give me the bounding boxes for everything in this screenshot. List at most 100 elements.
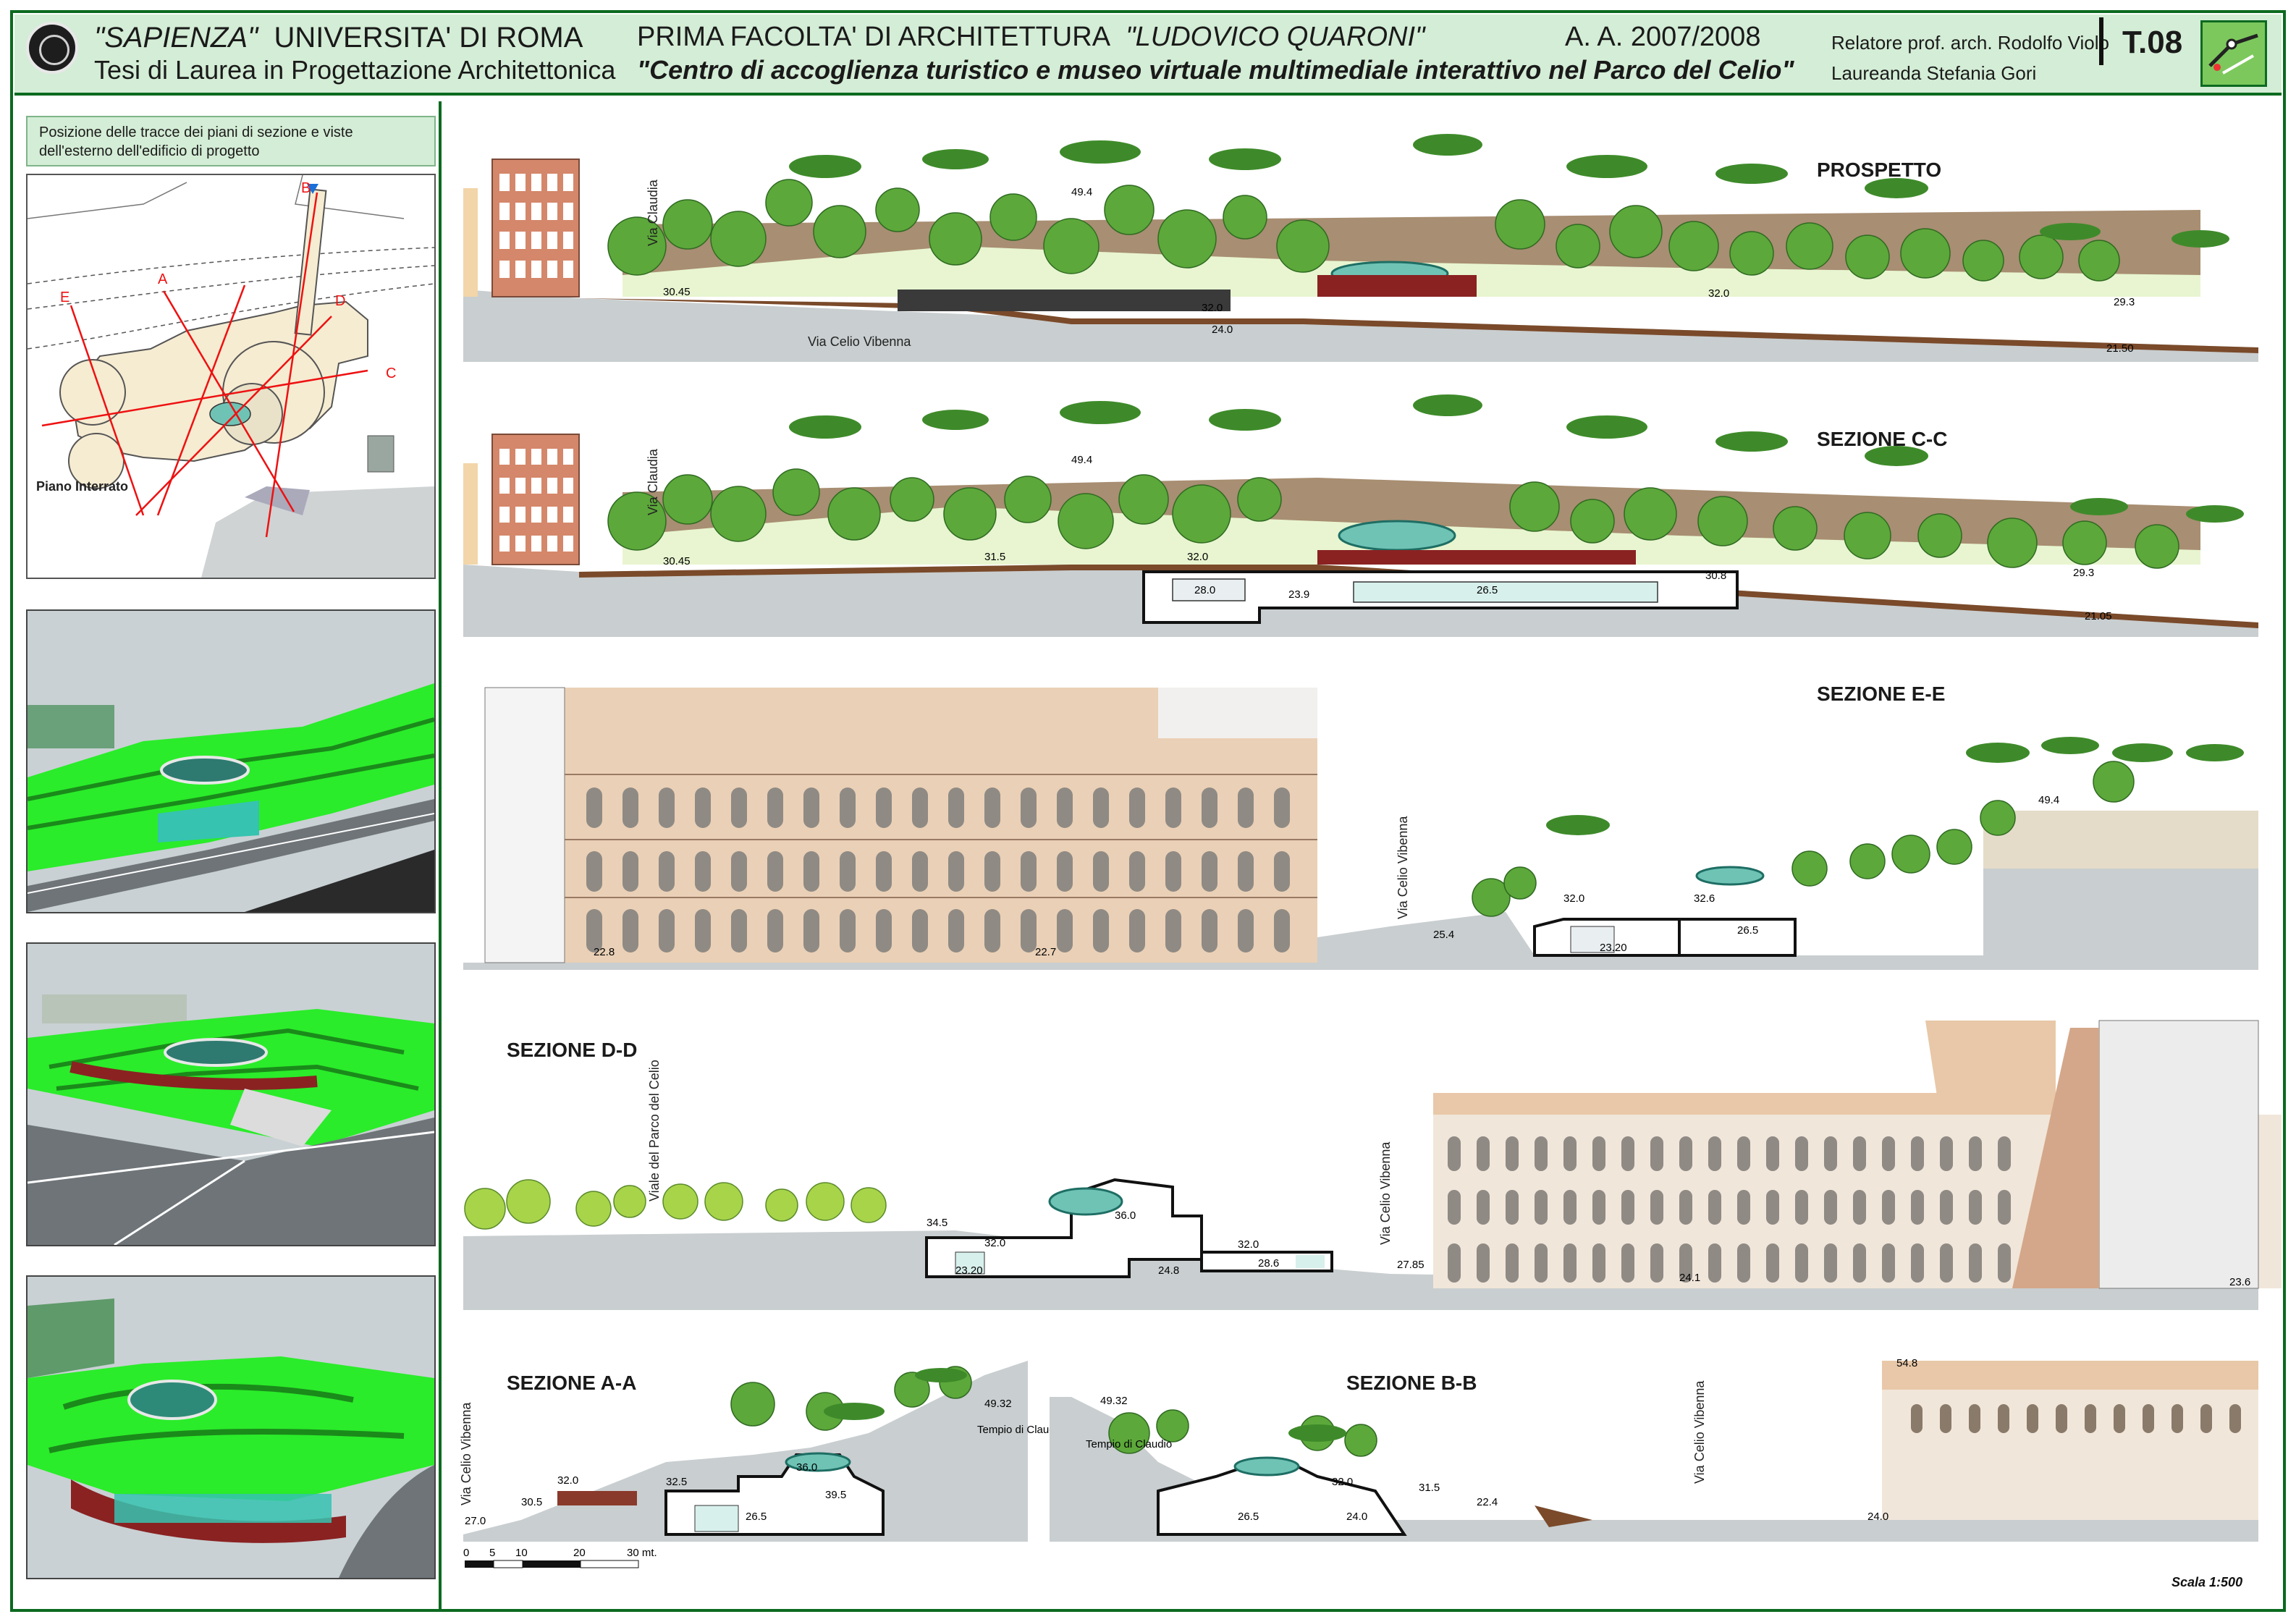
level-label: 49.4 [2038,794,2059,806]
plan-letter-e: E [60,290,69,305]
level-label: 28.6 [1258,1257,1279,1270]
prospetto-street-claudia: Via Claudia [646,179,660,246]
level-label: 25.4 [1433,929,1454,941]
level-label: 32.0 [1708,287,1729,300]
header-divider [2099,17,2103,65]
level-label: 49.4 [1071,454,1092,466]
level-label: 24.1 [1679,1272,1700,1284]
level-label: 24.0 [1867,1511,1888,1523]
sezione-ee-street: Via Celio Vibenna [1396,816,1410,919]
sezione-cc: SEZIONE C-C Via Claudia 30.45 49.4 31.5 … [463,394,2258,637]
level-label: 22.4 [1477,1496,1498,1508]
level-label: 30.5 [521,1496,542,1508]
level-label: 21.50 [2106,342,2134,355]
level-label: 36.0 [796,1461,817,1474]
level-label: 26.5 [1737,924,1758,937]
sezione-cc-street-claudia: Via Claudia [646,448,660,515]
sezione-aa: SEZIONE A-A Via Celio Vibenna Tempio di … [459,1361,1063,1542]
project-title: "Centro di accoglienza turistico e museo… [637,55,1794,85]
level-label: 22.8 [594,946,615,958]
scale-tick: 20 [573,1547,586,1559]
level-label: 49.4 [1071,186,1092,198]
supervisor: Relatore prof. arch. Rodolfo Violo [1831,32,2109,54]
level-label: 32.0 [1238,1238,1259,1251]
level-label: 49.32 [984,1398,1012,1410]
university-line: "SAPIENZA" UNIVERSITA' DI ROMA [94,22,583,54]
level-label: 39.5 [825,1489,846,1501]
student: Laureanda Stefania Gori [1831,62,2037,84]
scale-tick: 10 [515,1547,528,1559]
scale-tick: 0 [463,1547,469,1559]
level-label: 27.0 [465,1515,486,1527]
plan-letter-b: B [301,180,311,196]
level-label: 30.45 [663,555,691,567]
render-view-3 [26,1275,436,1579]
level-label: 23.20 [1600,942,1627,954]
thesis-line: Tesi di Laurea in Progettazione Architet… [94,55,616,85]
plan-letter-c: C [386,366,396,381]
level-label: 32.0 [1332,1476,1353,1488]
level-label: 32.5 [666,1476,687,1488]
drawings-area: PROSPETTO Via Claudia Via Celio Vibenna … [449,101,2287,1610]
level-label: 22.7 [1035,946,1056,958]
level-label: 26.5 [1477,584,1498,596]
level-label: 30.8 [1705,570,1726,582]
level-label: 21.05 [2085,610,2112,622]
sezione-ee-title: SEZIONE E-E [1817,683,1945,705]
prospetto-title: PROSPETTO [1817,159,1941,181]
level-label: 32.0 [1187,551,1208,563]
sezione-ee: SEZIONE E-E Via Celio Vibenna 22.8 22.7 … [463,683,2258,970]
level-label: 36.0 [1115,1209,1136,1222]
sezione-dd: SEZIONE D-D Viale del Parco del Celio Vi… [463,1020,2287,1310]
level-label: 32.0 [1202,302,1223,314]
level-label: 23.6 [2229,1276,2250,1288]
level-label: 27.85 [1397,1259,1425,1271]
level-label: 34.5 [927,1217,947,1229]
level-label: 26.5 [1238,1511,1259,1523]
level-label: 23.20 [955,1264,983,1277]
plan-label: Piano Interrato [36,479,128,494]
level-label: 32.6 [1694,892,1715,905]
academic-year: A. A. 2007/2008 [1565,22,1761,52]
level-label: 24.0 [1346,1511,1367,1523]
level-label: 28.0 [1194,584,1215,596]
scale-tick: 5 [489,1547,495,1559]
prospetto-street-celio: Via Celio Vibenna [808,334,911,349]
university-seal-icon [26,22,78,74]
level-label: 32.0 [557,1474,578,1487]
sezione-aa-title: SEZIONE A-A [507,1372,636,1394]
sezione-dd-street-celio: Via Celio Vibenna [1378,1141,1393,1245]
key-plan: B A C D E Piano Interrato [26,174,436,579]
level-label: 24.8 [1158,1264,1179,1277]
sezione-bb-street: Via Celio Vibenna [1692,1380,1707,1484]
plan-letter-d: D [335,293,345,309]
temple-label: Tempio di Claudio [1086,1438,1172,1450]
sezione-cc-title: SEZIONE C-C [1817,428,1947,450]
sezione-aa-street: Via Celio Vibenna [459,1402,473,1505]
level-label: 26.5 [746,1511,767,1523]
level-label: 32.0 [1563,892,1584,905]
scale-bar: 0 5 10 20 30 mt. Scala 1:500 [463,1547,2242,1589]
site-key-icon [2200,20,2267,87]
level-label: 31.5 [1419,1482,1440,1494]
level-label: 32.0 [984,1237,1005,1249]
sezione-bb-title: SEZIONE B-B [1346,1372,1477,1394]
level-label: 30.45 [663,286,691,298]
sezione-dd-street-viale: Viale del Parco del Celio [647,1060,662,1201]
plan-caption: Posizione delle tracce dei piani di sezi… [26,116,436,166]
plan-letter-a: A [158,271,168,287]
scale-tick: 30 mt. [627,1547,657,1559]
level-label: 24.0 [1212,324,1233,336]
render-view-1 [26,609,436,913]
sezione-dd-title: SEZIONE D-D [507,1039,637,1061]
faculty-line: PRIMA FACOLTA' DI ARCHITETTURA "LUDOVICO… [637,22,1425,52]
prospetto: PROSPETTO Via Claudia Via Celio Vibenna … [463,134,2258,362]
sheet-number: T.08 [2122,25,2183,60]
level-label: 31.5 [984,551,1005,563]
sezione-bb: SEZIONE B-B Via Celio Vibenna Tempio di … [1050,1357,2258,1542]
level-label: 29.3 [2073,567,2094,579]
level-label: 54.8 [1896,1357,1917,1369]
level-label: 23.9 [1288,588,1309,601]
elevation-sections-drawing: PROSPETTO Via Claudia Via Celio Vibenna … [459,134,2287,1589]
scale-text: Scala 1:500 [2172,1575,2242,1589]
